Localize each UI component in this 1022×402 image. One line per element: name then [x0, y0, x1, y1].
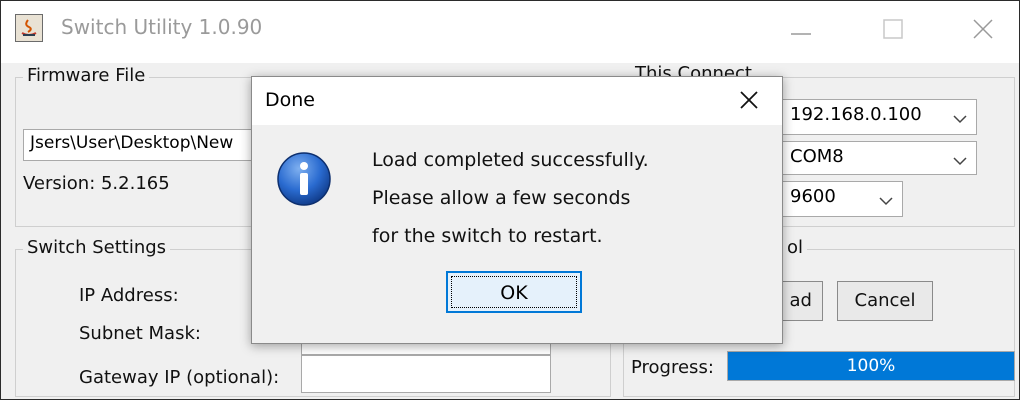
- progress-label: Progress:: [631, 357, 714, 378]
- baud-rate-select[interactable]: 9600: [781, 181, 903, 217]
- progress-percent-text: 100%: [846, 356, 896, 376]
- baud-rate-value: 9600: [790, 186, 836, 207]
- dialog-title: Done: [265, 89, 315, 111]
- progress-bar: 100%: [727, 351, 1015, 381]
- window-title: Switch Utility 1.0.90: [61, 15, 263, 39]
- ok-button-label: OK: [500, 282, 528, 304]
- firmware-version-text: Version: 5.2.165: [23, 173, 170, 194]
- close-window-button[interactable]: [953, 9, 1013, 49]
- dialog-message-line-2: Please allow a few seconds: [372, 187, 631, 209]
- dialog-message-line-1: Load completed successfully.: [372, 149, 649, 171]
- control-group-label: ol: [783, 237, 808, 258]
- firmware-group-label: Firmware File: [23, 65, 150, 86]
- dialog-body: Load completed successfully. Please allo…: [252, 125, 782, 343]
- done-dialog: Done Load completed successfully. Please…: [251, 76, 783, 344]
- ip-select[interactable]: 192.168.0.100: [781, 99, 977, 135]
- switch-settings-label: Switch Settings: [23, 237, 171, 258]
- minimize-button[interactable]: [771, 9, 831, 49]
- info-icon: [276, 151, 332, 207]
- ip-select-value: 192.168.0.100: [790, 104, 922, 125]
- dialog-message-line-3: for the switch to restart.: [372, 225, 603, 247]
- chevron-down-icon: [953, 115, 967, 124]
- title-bar: Switch Utility 1.0.90: [1, 1, 1019, 63]
- gateway-ip-label: Gateway IP (optional):: [79, 367, 280, 388]
- chevron-down-icon: [879, 197, 893, 206]
- chevron-down-icon: [953, 157, 967, 166]
- com-port-select[interactable]: COM8: [781, 141, 977, 175]
- ok-button[interactable]: OK: [446, 271, 582, 313]
- com-port-value: COM8: [790, 146, 844, 167]
- app-window: Switch Utility 1.0.90 Firmware File Jser…: [0, 0, 1020, 400]
- ip-address-label: IP Address:: [79, 285, 179, 306]
- cancel-button[interactable]: Cancel: [837, 281, 933, 321]
- close-icon: [740, 91, 758, 109]
- dialog-close-button[interactable]: [728, 83, 770, 117]
- firmware-path-field[interactable]: Jsers\User\Desktop\New: [23, 129, 263, 161]
- subnet-mask-label: Subnet Mask:: [79, 323, 201, 344]
- gateway-ip-field[interactable]: [301, 355, 551, 393]
- maximize-button[interactable]: [863, 9, 923, 49]
- java-app-icon: [15, 14, 43, 42]
